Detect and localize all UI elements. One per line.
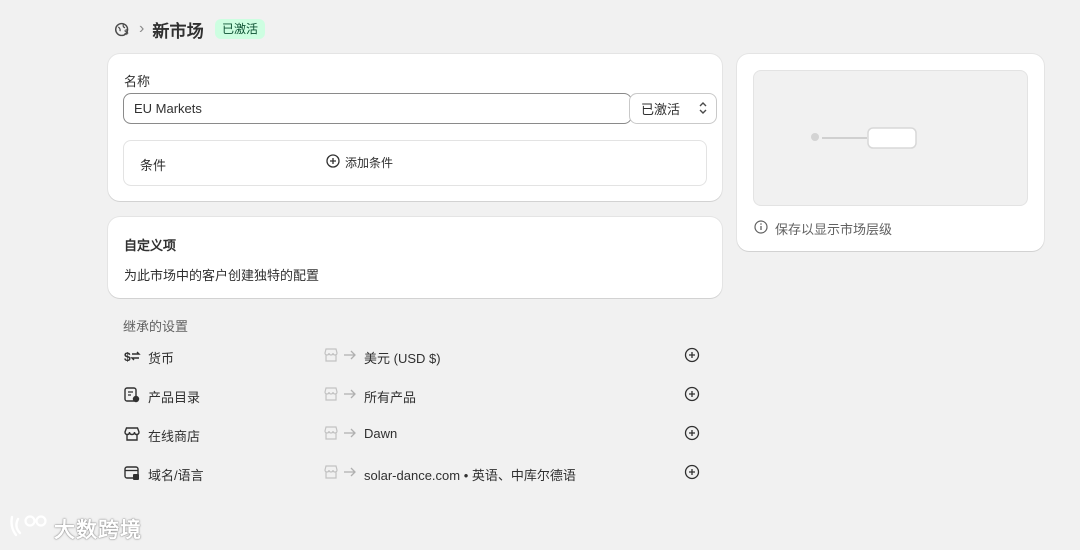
catalog-icon [123,386,141,404]
inherit-indicator [323,386,357,402]
arrow-right-icon [344,428,356,438]
store-icon [324,465,338,479]
setting-value: Dawn [364,426,398,441]
online-store-icon [123,425,141,443]
hierarchy-placeholder-graphic [811,127,917,149]
svg-text:$: $ [124,27,129,36]
add-override-button[interactable] [684,347,702,365]
market-name-card: 名称 已激活 条件 添加条件 [108,54,722,201]
breadcrumb-separator: › [139,20,145,37]
store-icon [324,387,338,401]
inherited-setting-domain-language: 域名/语言 solar-dance.com • 英语、中库尔德语 [123,461,703,485]
setting-value: 所有产品 [364,390,417,405]
setting-label: 货币 [148,351,175,366]
page-title: 新市场 [152,21,204,41]
add-override-button[interactable] [684,386,702,404]
name-label: 名称 [124,74,151,89]
select-updown-icon [698,101,708,118]
arrow-right-icon [344,350,356,360]
hierarchy-preview-area [753,70,1028,206]
inherited-setting-online-store: 在线商店 Dawn [123,422,703,446]
currency-exchange-icon: $ [123,347,141,365]
preview-info: 保存以显示市场层级 [754,219,892,238]
store-icon [324,348,338,362]
setting-label: 在线商店 [148,429,201,444]
watermark: 大数跨境 [8,513,142,545]
setting-value: solar-dance.com • 英语、中库尔德语 [364,468,576,483]
conditions-label: 条件 [140,158,167,173]
status-badge: 已激活 [214,19,265,39]
add-condition-label: 添加条件 [345,156,394,170]
breadcrumb: $ › 新市场 已激活 [113,17,265,41]
store-icon [324,426,338,440]
info-icon [754,220,768,237]
setting-value: 美元 (USD $) [364,351,441,366]
market-name-input[interactable] [123,93,632,124]
conditions-box: 条件 添加条件 [123,140,707,186]
inherited-settings-heading: 继承的设置 [123,319,189,334]
market-editor-page: $ › 新市场 已激活 名称 已激活 条件 [0,0,1080,550]
inherited-setting-currency: $ 货币 美元 (USD $) [123,344,703,368]
preview-info-text: 保存以显示市场层级 [775,222,893,237]
customization-description: 为此市场中的客户创建独特的配置 [124,268,320,283]
customization-title: 自定义项 [124,238,177,253]
watermark-text: 大数跨境 [54,519,142,542]
status-select-value: 已激活 [641,102,681,117]
markets-globe-icon[interactable]: $ [113,20,131,38]
inherit-indicator [323,347,357,363]
plus-circle-icon [326,154,340,171]
hierarchy-preview-card: 保存以显示市场层级 [737,54,1044,251]
watermark-logo-icon [8,513,50,545]
add-condition-button[interactable]: 添加条件 [326,154,393,171]
inherit-indicator [323,464,357,480]
add-override-button[interactable] [684,464,702,482]
arrow-right-icon [344,467,356,477]
inherit-indicator [323,425,357,441]
add-override-button[interactable] [684,425,702,443]
customization-card: 自定义项 为此市场中的客户创建独特的配置 [108,217,722,298]
inherited-setting-catalog: 产品目录 所有产品 [123,383,703,407]
domain-language-icon [123,464,141,482]
setting-label: 产品目录 [148,390,201,405]
setting-label: 域名/语言 [148,468,204,483]
arrow-right-icon [344,389,356,399]
status-select[interactable]: 已激活 [629,93,717,124]
svg-text:$: $ [124,350,131,364]
